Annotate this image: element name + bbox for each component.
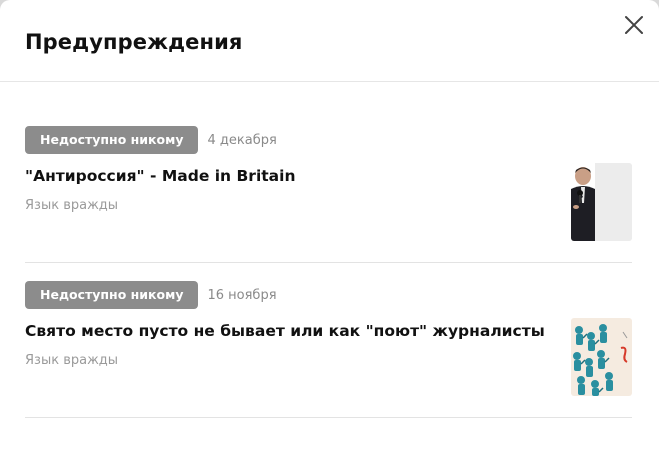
warning-date: 4 декабря: [207, 132, 277, 148]
warning-item: Недоступно никому 16 ноября Свято место …: [25, 263, 632, 418]
warning-reason: Язык вражды: [25, 198, 119, 213]
warning-item: Недоступно никому 4 декабря "Антироссия"…: [25, 108, 632, 263]
dialog-title: Предупреждения: [25, 30, 243, 54]
warning-reason: Язык вражды: [25, 353, 119, 368]
warnings-list: Недоступно никому 4 декабря "Антироссия"…: [25, 108, 632, 418]
status-badge: Недоступно никому: [25, 281, 199, 309]
close-button[interactable]: [623, 14, 645, 36]
dialog-header: Предупреждения: [0, 0, 659, 82]
warning-meta: Недоступно никому 16 ноября: [25, 281, 277, 309]
crowd-illustration-thumbnail: [571, 318, 632, 396]
post-title-link[interactable]: "Антироссия" - Made in Britain: [25, 167, 295, 185]
status-badge: Недоступно никому: [25, 126, 199, 154]
warning-meta: Недоступно никому 4 декабря: [25, 126, 277, 154]
post-title-link[interactable]: Свято место пусто не бывает или как "пою…: [25, 322, 545, 340]
post-thumbnail[interactable]: [571, 163, 632, 241]
man-with-microphone-thumbnail: [571, 163, 632, 241]
close-icon: [625, 16, 643, 34]
post-thumbnail[interactable]: [571, 318, 632, 396]
warning-date: 16 ноября: [207, 287, 277, 303]
warnings-dialog: Предупреждения Недоступно никому 4 декаб…: [0, 0, 659, 452]
